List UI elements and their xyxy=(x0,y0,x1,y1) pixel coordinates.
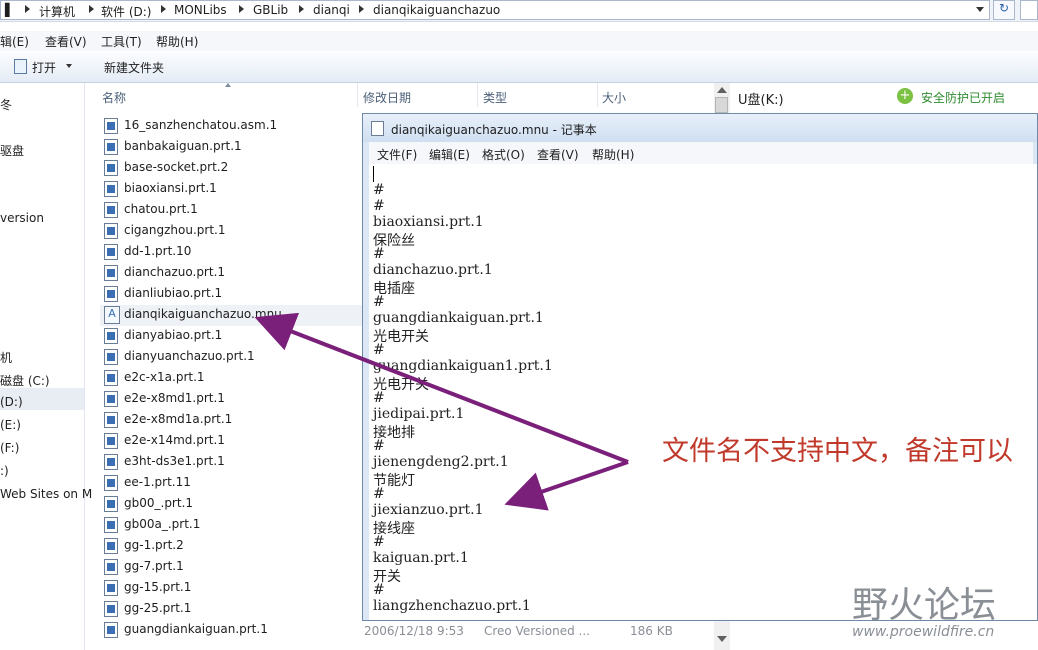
watermark-url: www.proewildfire.cn xyxy=(852,624,995,640)
watermark-logo-text: 野火论坛 xyxy=(852,585,997,626)
annotation-text: 文件名不支持中文，备注可以 xyxy=(662,436,1013,467)
arrow-to-notepad-line xyxy=(504,460,629,511)
annotation-arrows xyxy=(254,312,629,511)
arrow-to-file xyxy=(254,312,629,464)
